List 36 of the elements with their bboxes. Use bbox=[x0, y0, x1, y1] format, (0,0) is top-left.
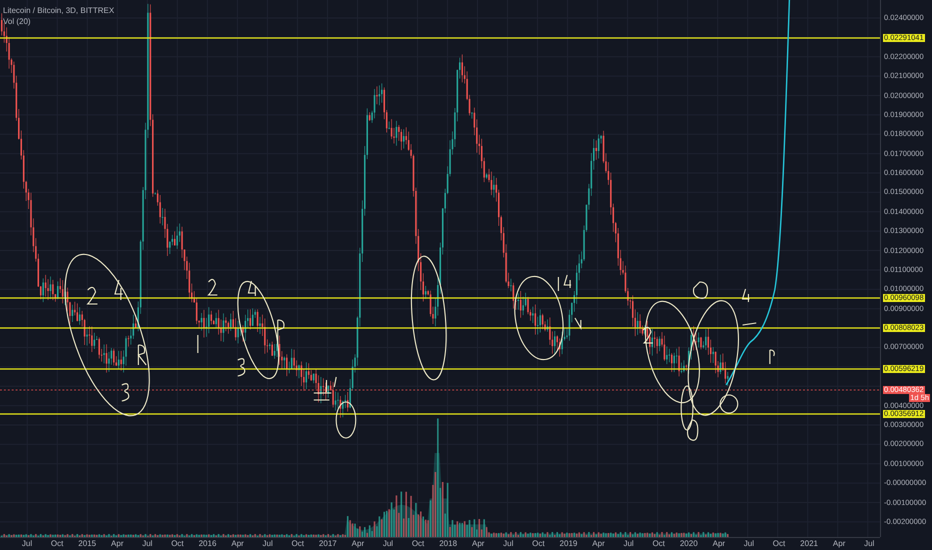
time-tick: Apr bbox=[591, 538, 606, 550]
time-tick: Apr bbox=[110, 538, 124, 550]
time-tick: 2017 bbox=[318, 538, 338, 550]
time-tick: Jul bbox=[863, 538, 876, 550]
time-tick: Oct bbox=[651, 538, 666, 550]
time-tick: Apr bbox=[712, 538, 726, 550]
time-tick: Oct bbox=[410, 538, 426, 550]
indicator-label[interactable]: Vol (20) bbox=[3, 17, 114, 26]
time-tick: Jul bbox=[382, 538, 394, 550]
time-tick: Jul bbox=[742, 538, 756, 550]
level-line[interactable] bbox=[0, 327, 880, 329]
time-tick: 2016 bbox=[198, 538, 218, 550]
time-tick: Oct bbox=[170, 538, 185, 550]
time-tick: Apr bbox=[470, 538, 486, 550]
time-tick: Oct bbox=[531, 538, 546, 550]
time-tick: 2019 bbox=[558, 538, 578, 550]
time-tick: Oct bbox=[772, 538, 786, 550]
level-line[interactable] bbox=[0, 37, 880, 39]
time-tick: Oct bbox=[290, 538, 305, 550]
time-tick: Apr bbox=[350, 538, 366, 550]
time-tick: 2020 bbox=[678, 538, 699, 550]
level-line[interactable] bbox=[0, 413, 880, 415]
time-tick: 2018 bbox=[438, 538, 458, 550]
time-tick: Jul bbox=[622, 538, 635, 550]
time-tick: Jul bbox=[141, 538, 154, 550]
level-line[interactable] bbox=[0, 297, 880, 299]
time-tick: Apr bbox=[832, 538, 846, 550]
time-tick: Jul bbox=[262, 538, 274, 550]
time-tick: Apr bbox=[230, 538, 245, 550]
level-line[interactable] bbox=[0, 368, 880, 370]
time-tick: 2021 bbox=[799, 538, 819, 550]
time-tick: Jul bbox=[20, 538, 34, 550]
time-tick: Oct bbox=[50, 538, 64, 550]
time-tick: Jul bbox=[502, 538, 514, 550]
time-tick: 2015 bbox=[77, 538, 98, 550]
symbol-title[interactable]: Litecoin / Bitcoin, 3D, BITTREX bbox=[3, 6, 114, 15]
